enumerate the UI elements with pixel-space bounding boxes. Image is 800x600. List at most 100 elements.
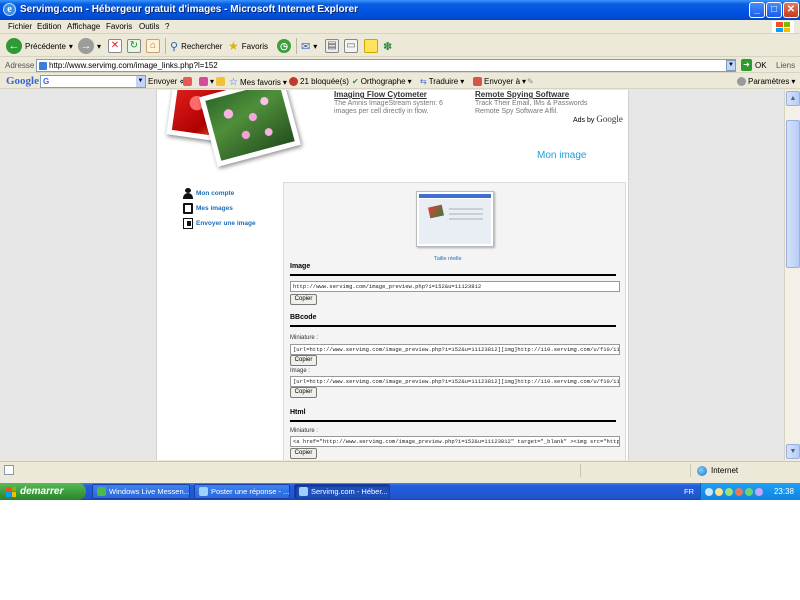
page-content: Imaging Flow Cytometer The Amnis ImageSt… [0, 90, 784, 460]
address-input[interactable]: http://www.servimg.com/image_links.php?l… [36, 59, 736, 72]
start-button[interactable]: demarrer [0, 483, 86, 500]
tray-icon[interactable] [725, 487, 733, 496]
title-bar[interactable]: e Servimg.com - Hébergeur gratuit d'imag… [0, 0, 800, 20]
user-icon [183, 188, 193, 199]
ad-link-1[interactable]: Imaging Flow Cytometer [334, 90, 427, 99]
star-icon: ★ [228, 39, 239, 53]
upload-icon [183, 218, 193, 229]
taskbar-item-messenger[interactable]: Windows Live Messen... [92, 484, 190, 499]
ads-by-google[interactable]: Ads by Google [573, 114, 623, 124]
copy-bbcode-thumb-button[interactable]: Copier [290, 355, 317, 366]
pencil-icon: ✎ [527, 77, 534, 86]
go-button[interactable]: OK [755, 61, 767, 70]
mail-button[interactable]: ✉ ▾ [301, 38, 317, 54]
clock[interactable]: 23:38 [774, 487, 794, 496]
bbcode-image-field[interactable]: [url=http://www.servimg.com/image_previe… [290, 376, 620, 387]
nav-label: Mes images [196, 205, 233, 212]
image-link-field[interactable]: http://www.servimg.com/image_preview.php… [290, 281, 620, 292]
messenger-button[interactable]: ✽ [383, 38, 392, 54]
tray-icon[interactable] [735, 487, 743, 496]
history-button[interactable]: ◷ [277, 38, 291, 54]
stop-icon: ✕ [108, 39, 122, 53]
bbcode-thumb-field[interactable]: [url=http://www.servimg.com/image_previe… [290, 344, 620, 355]
tray-icon[interactable] [715, 487, 723, 496]
chevron-down-icon: ▾ [97, 41, 102, 51]
html-thumb-field[interactable]: <a href="http://www.servimg.com/image_pr… [290, 436, 620, 447]
copy-html-thumb-button[interactable]: Copier [290, 448, 317, 459]
chevron-down-icon: ▾ [460, 77, 465, 86]
google-news-button[interactable] [216, 77, 225, 86]
scrollbar-thumb[interactable] [786, 120, 800, 268]
maximize-button[interactable]: □ [766, 2, 782, 18]
full-size-link[interactable]: Taille réelle [434, 256, 462, 262]
tray-icon[interactable] [705, 487, 713, 496]
bbcode-thumb-label: Miniature : [290, 335, 319, 341]
translate-button[interactable]: ⇆ Traduire ▾ [420, 77, 464, 86]
menu-edit[interactable]: Edition [37, 22, 61, 31]
home-icon: ⌂ [146, 39, 160, 53]
taskbar-item-servimg[interactable]: Servimg.com - Héber... [294, 484, 390, 499]
minimize-button[interactable]: _ [749, 2, 765, 18]
translate-icon: ⇆ [420, 77, 427, 86]
standard-toolbar: ← Précédente ▾ → ▾ ✕ ↻ ⌂ ⚲ Rechercher ★ … [0, 35, 800, 57]
scroll-up-button[interactable]: ▲ [786, 91, 800, 106]
back-button[interactable]: ← Précédente ▾ [6, 38, 73, 54]
image-section-title: Image [290, 263, 311, 270]
menu-file[interactable]: Fichier [8, 22, 32, 31]
notes-button[interactable] [364, 38, 378, 54]
google-highlight-button[interactable] [183, 77, 192, 86]
settings-button[interactable]: Paramètres ▾ [737, 77, 795, 86]
menu-help[interactable]: ? [165, 22, 169, 31]
copy-image-link-button[interactable]: Copier [290, 294, 317, 305]
page-favicon-icon [39, 62, 47, 70]
ie-window-icon [199, 487, 208, 496]
print-button[interactable]: ▤ [325, 38, 339, 54]
popup-blocker-button[interactable]: 21 bloquée(s) [289, 77, 349, 86]
menu-tools[interactable]: Outils [139, 22, 159, 31]
browser-window: e Servimg.com - Hébergeur gratuit d'imag… [0, 0, 800, 500]
google-search-input[interactable]: G ▼ [40, 75, 146, 88]
section-divider [290, 325, 616, 327]
address-label: Adresse [5, 61, 35, 70]
security-zone: Internet [690, 464, 738, 477]
image-thumbnail[interactable] [416, 191, 494, 247]
google-pagerank-button[interactable]: ▾ [199, 77, 214, 86]
edit-button[interactable]: ▭ [344, 38, 358, 54]
search-button[interactable]: ⚲ Rechercher [170, 38, 222, 54]
forward-button[interactable]: → ▾ [78, 38, 101, 54]
menu-favorites[interactable]: Favoris [106, 22, 132, 31]
taskbar-item-reply[interactable]: Poster une réponse - ... [194, 484, 290, 499]
google-favorites-button[interactable]: ☆ Mes favoris ▾ [229, 77, 287, 88]
stop-button[interactable]: ✕ [108, 38, 122, 54]
address-dropdown-button[interactable]: ▼ [726, 60, 736, 71]
nav-my-images[interactable]: Mes images [183, 203, 233, 214]
nav-my-account[interactable]: Mon compte [183, 188, 234, 199]
spelling-button[interactable]: ✔ Orthographe ▾ [352, 77, 412, 86]
refresh-button[interactable]: ↻ [127, 38, 141, 54]
google-search-dropdown[interactable]: ▼ [136, 76, 145, 87]
ad-link-2[interactable]: Remote Spying Software [475, 90, 569, 99]
favorites-button[interactable]: ★ Favoris [228, 38, 268, 54]
nav-upload-image[interactable]: Envoyer une image [183, 218, 256, 229]
tray-icon[interactable] [745, 487, 753, 496]
scroll-down-button[interactable]: ▼ [786, 444, 800, 459]
menu-view[interactable]: Affichage [67, 22, 100, 31]
pencil-button[interactable]: ✎ [527, 77, 534, 86]
links-button[interactable]: Liens [776, 61, 795, 70]
close-button[interactable]: ✕ [783, 2, 799, 18]
vertical-scrollbar[interactable]: ▲ ▼ [784, 90, 800, 460]
html-section-title: Html [290, 409, 306, 416]
google-send-button[interactable]: Envoyer ⋄ [148, 77, 184, 86]
search-icon: ⚲ [170, 40, 179, 53]
document-icon: ▭ [344, 39, 358, 53]
tray-icon[interactable] [755, 487, 763, 496]
go-arrow-icon[interactable]: ➜ [741, 59, 752, 71]
send-to-button[interactable]: Envoyer à ▾ [473, 77, 526, 86]
chevron-down-icon: ▾ [522, 77, 527, 86]
language-indicator[interactable]: FR [684, 487, 694, 496]
news-icon [216, 77, 225, 86]
copy-bbcode-image-button[interactable]: Copier [290, 387, 317, 398]
home-button[interactable]: ⌂ [146, 38, 160, 54]
google-toolbar: Google G ▼ Envoyer ⋄ ▾ ☆ Mes favoris ▾ 2… [0, 74, 800, 89]
print-icon: ▤ [325, 39, 339, 53]
